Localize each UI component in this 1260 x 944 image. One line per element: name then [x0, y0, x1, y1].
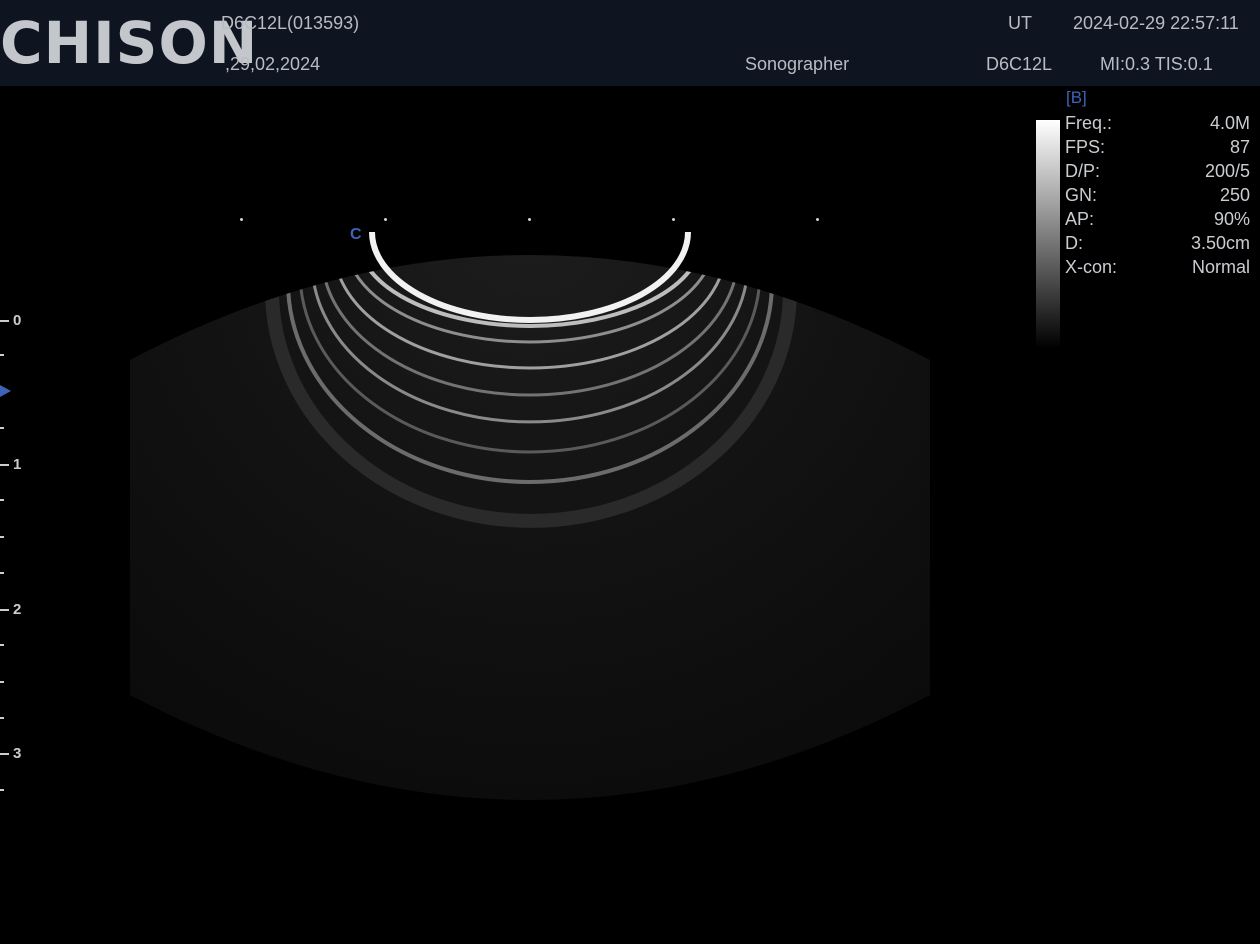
focus-dot: [240, 218, 243, 221]
focus-dot: [816, 218, 819, 221]
param-label: D/P:: [1065, 161, 1101, 181]
focus-dot: [384, 218, 387, 221]
scale-tick: [0, 354, 4, 356]
param-label: D:: [1065, 233, 1083, 253]
focus-dot: [528, 218, 531, 221]
scale-tick: [0, 789, 4, 791]
scale-label: 1: [13, 456, 22, 473]
scale-tick: [0, 536, 4, 538]
param-label: GN:: [1065, 185, 1098, 205]
scale-tick: [0, 320, 9, 322]
scale-tick: [0, 499, 4, 501]
scale-label: 0: [13, 312, 22, 329]
imaging-mode: [B]: [1066, 88, 1087, 107]
orientation-mark: C: [350, 226, 362, 243]
focus-dot: [672, 218, 675, 221]
param-label: AP:: [1065, 209, 1095, 229]
param-value: 3.50cm: [1190, 233, 1250, 253]
param-value: 87: [1229, 137, 1250, 157]
param-value: Normal: [1191, 257, 1250, 277]
depth-scale: 0 1 2 3: [0, 300, 40, 820]
param-value: 250: [1219, 185, 1250, 205]
scale-label: 2: [13, 601, 22, 618]
scale-tick: [0, 681, 4, 683]
param-value: 90%: [1213, 209, 1250, 229]
param-label: X-con:: [1065, 257, 1118, 277]
scale-tick: [0, 572, 4, 574]
grayscale-bar: [1036, 120, 1060, 348]
scale-tick: [0, 427, 4, 429]
param-value: 4.0M: [1209, 113, 1250, 133]
focus-position-marker[interactable]: [0, 385, 11, 397]
scale-tick: [0, 609, 9, 611]
scale-tick: [0, 753, 9, 755]
scale-tick: [0, 464, 9, 466]
scale-tick: [0, 644, 4, 646]
param-value: 200/5: [1204, 161, 1250, 181]
param-label: Freq.:: [1065, 113, 1113, 133]
scale-label: 3: [13, 745, 22, 762]
scale-tick: [0, 717, 4, 719]
param-label: FPS:: [1065, 137, 1106, 157]
